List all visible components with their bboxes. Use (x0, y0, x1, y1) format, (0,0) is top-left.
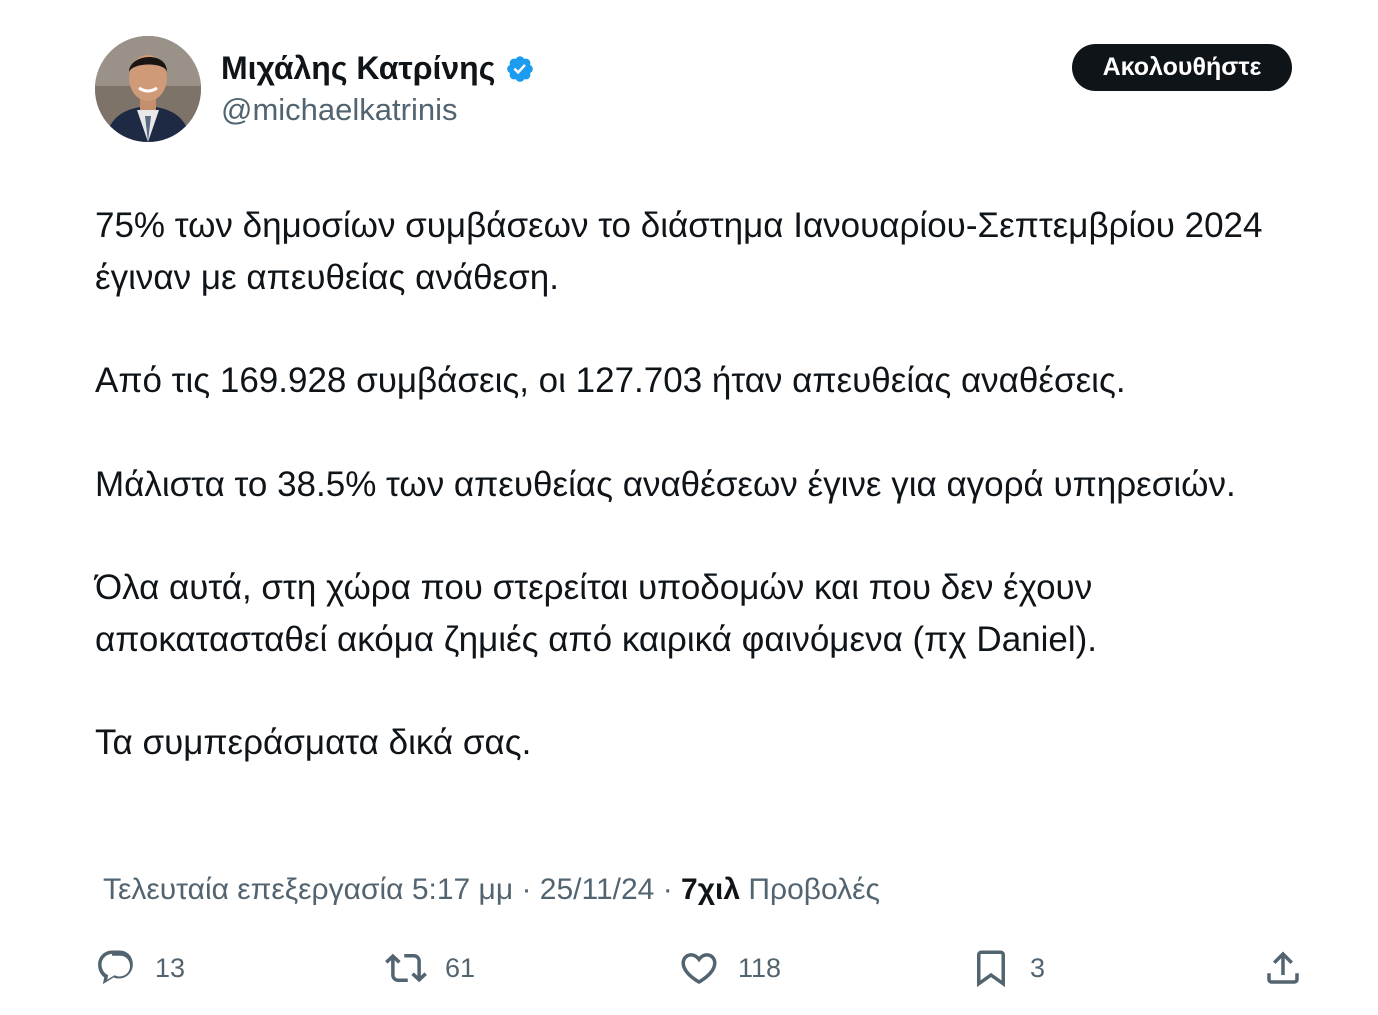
reply-icon (98, 950, 133, 985)
like-count: 118 (738, 952, 782, 983)
reply-count: 13 (155, 952, 186, 983)
tweet-text: 75% των δημοσίων συμβάσεων το διάστημα Ι… (95, 200, 1295, 769)
post-time[interactable]: 5:17 μμ (412, 873, 513, 906)
views-label: Προβολές (748, 873, 880, 906)
repost-count: 61 (445, 952, 476, 983)
tweet-actions: 13 61 118 3 (0, 942, 1378, 994)
tweet-paragraph: Από τις 169.928 συμβάσεις, οι 127.703 ήτ… (95, 361, 1126, 400)
follow-button[interactable]: Ακολουθήστε (1072, 44, 1292, 91)
like-button[interactable]: 118 (678, 942, 781, 994)
tweet-paragraph: 75% των δημοσίων συμβάσεων το διάστημα Ι… (95, 206, 1263, 297)
bookmark-button[interactable]: 3 (970, 942, 1045, 994)
repost-icon (385, 953, 427, 983)
meta-separator: · (513, 873, 540, 906)
bookmark-icon (977, 950, 1005, 988)
views-count: 7χιλ (681, 873, 741, 906)
reply-button[interactable]: 13 (95, 942, 185, 994)
share-icon (1267, 951, 1299, 984)
meta-separator: · (654, 873, 682, 906)
author-name-row[interactable]: Μιχάλης Κατρίνης (221, 48, 535, 88)
share-button[interactable] (1262, 942, 1304, 994)
tweet-meta: Τελευταία επεξεργασία 5:17 μμ · 25/11/24… (103, 870, 880, 910)
edited-label[interactable]: Τελευταία επεξεργασία (103, 873, 403, 906)
tweet-paragraph: Όλα αυτά, στη χώρα που στερείται υποδομώ… (95, 568, 1098, 659)
post-date[interactable]: 25/11/24 (540, 873, 655, 906)
like-icon (681, 953, 717, 985)
avatar-image (95, 36, 201, 142)
repost-button[interactable]: 61 (385, 942, 475, 994)
tweet-paragraph: Μάλιστα το 38.5% των απευθείας αναθέσεων… (95, 464, 1236, 504)
author-display-name[interactable]: Μιχάλης Κατρίνης (221, 48, 495, 88)
author-handle[interactable]: @michaelkatrinis (221, 90, 457, 130)
verified-badge-icon[interactable] (505, 53, 535, 83)
bookmark-count: 3 (1030, 952, 1046, 983)
avatar[interactable] (95, 36, 201, 142)
tweet-paragraph: Τα συμπεράσματα δικά σας. (95, 723, 532, 762)
